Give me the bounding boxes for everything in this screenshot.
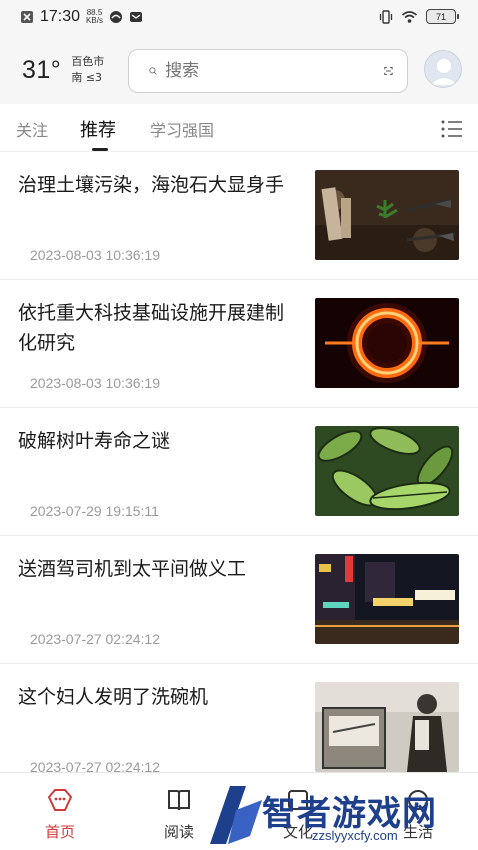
watermark: 智者游戏网 zzslyyxcfy.com	[200, 780, 478, 850]
news-feed: 治理土壤污染，海泡石大显身手 2023-08-03 10:36:19 依托重大科…	[0, 152, 478, 792]
vibrate-icon	[379, 9, 393, 24]
search-bar[interactable]	[128, 49, 408, 93]
news-title: 这个妇人发明了洗碗机	[18, 686, 209, 708]
search-icon	[149, 67, 157, 75]
search-input[interactable]	[165, 61, 385, 81]
news-time: 2023-08-03 10:36:19	[30, 375, 160, 391]
news-title: 破解树叶寿命之谜	[18, 430, 171, 452]
news-thumbnail	[315, 170, 459, 260]
notification-x-icon	[21, 11, 33, 23]
news-title: 送酒驾司机到太平间做义工	[18, 558, 247, 580]
tab-recommended[interactable]: 推荐	[80, 116, 116, 142]
app-notification-icon	[109, 11, 122, 23]
home-icon	[47, 789, 73, 811]
nav-home[interactable]: 首页	[30, 787, 90, 842]
watermark-url: zzslyyxcfy.com	[312, 828, 398, 843]
news-time: 2023-08-03 10:36:19	[30, 247, 160, 263]
battery-indicator: 71	[426, 9, 459, 24]
status-bar: 17:30 88.5 KB/s 71	[0, 0, 478, 38]
weather-details: 百色市 南 ≤3	[71, 54, 104, 86]
app-header: 31° 百色市 南 ≤3	[0, 38, 478, 104]
news-time: 2023-07-27 02:24:12	[30, 631, 160, 647]
avatar[interactable]	[424, 50, 462, 88]
book-icon	[168, 790, 190, 811]
clock: 17:30	[40, 8, 81, 25]
active-tab-indicator	[92, 148, 108, 151]
watermark-logo-icon	[210, 786, 262, 844]
news-thumbnail	[315, 554, 459, 644]
news-thumbnail	[315, 298, 459, 388]
network-speed: 88.5 KB/s	[86, 8, 103, 25]
news-thumbnail	[315, 682, 459, 772]
news-item[interactable]: 依托重大科技基础设施开展建制化研究 2023-08-03 10:36:19	[0, 280, 478, 408]
news-title: 依托重大科技基础设施开展建制化研究	[18, 302, 285, 354]
channel-menu-icon[interactable]	[441, 120, 463, 138]
temperature: 31°	[22, 55, 62, 84]
wifi-icon	[401, 10, 418, 23]
user-avatar-icon	[431, 59, 457, 85]
news-item[interactable]: 破解树叶寿命之谜 2023-07-29 19:15:11	[0, 408, 478, 536]
news-item[interactable]: 送酒驾司机到太平间做义工 2023-07-27 02:24:12	[0, 536, 478, 664]
news-item[interactable]: 治理土壤污染，海泡石大显身手 2023-08-03 10:36:19	[0, 152, 478, 280]
weather-widget[interactable]: 31° 百色市 南 ≤3	[22, 54, 104, 86]
city-name: 百色市	[71, 55, 105, 68]
wind-info: 南 ≤3	[71, 71, 103, 84]
tab-follow[interactable]: 关注	[16, 117, 48, 141]
scan-icon[interactable]	[384, 60, 393, 82]
news-title: 治理土壤污染，海泡石大显身手	[18, 174, 285, 196]
message-icon	[129, 12, 142, 22]
news-thumbnail	[315, 426, 459, 516]
channel-tabs: 关注 推荐 学习强国	[0, 104, 478, 152]
nav-home-label: 首页	[44, 823, 75, 841]
tab-xuexi-qiangguo[interactable]: 学习强国	[150, 117, 214, 141]
news-time: 2023-07-29 19:15:11	[30, 503, 159, 519]
